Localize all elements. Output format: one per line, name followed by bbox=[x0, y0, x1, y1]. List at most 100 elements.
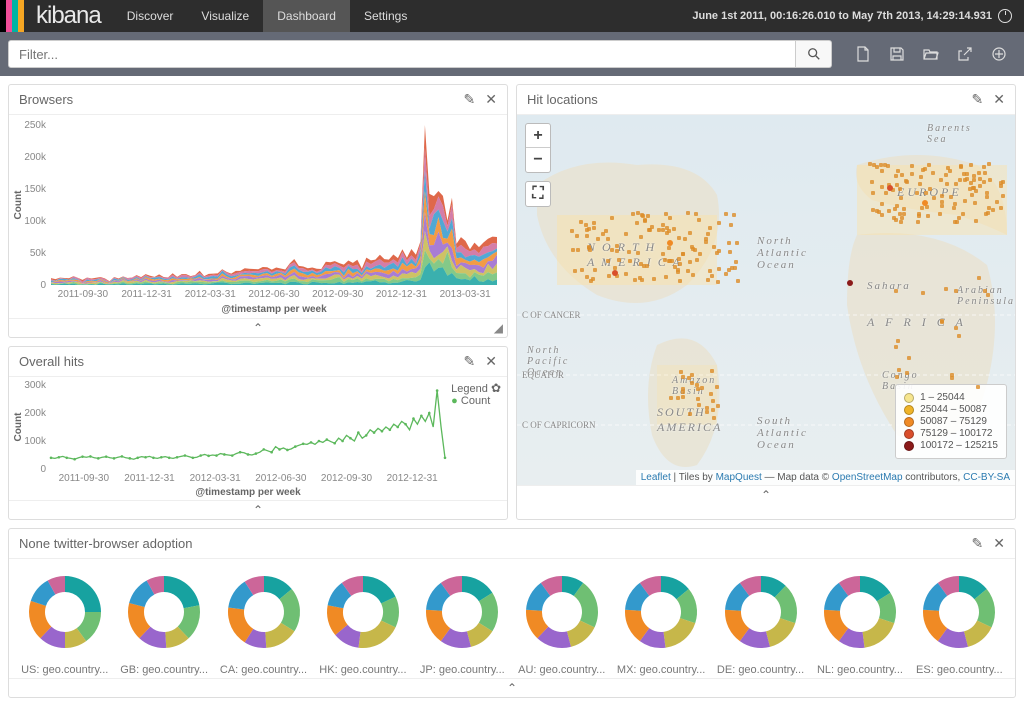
svg-text:2012-12-31: 2012-12-31 bbox=[387, 473, 439, 484]
chevron-up-icon: ⌃ bbox=[253, 321, 263, 335]
time-range-text: June 1st 2011, 00:16:26.010 to May 7th 2… bbox=[692, 10, 992, 22]
tab-settings[interactable]: Settings bbox=[350, 0, 421, 32]
tab-dashboard[interactable]: Dashboard bbox=[263, 0, 350, 32]
svg-text:@timestamp per week: @timestamp per week bbox=[221, 304, 327, 315]
svg-text:2012-06-30: 2012-06-30 bbox=[255, 473, 307, 484]
svg-text:200k: 200k bbox=[24, 408, 47, 419]
svg-text:2011-12-31: 2011-12-31 bbox=[124, 473, 175, 484]
svg-text:2012-03-31: 2012-03-31 bbox=[185, 289, 237, 300]
chevron-up-icon: ⌃ bbox=[761, 488, 771, 502]
plus-circle-icon bbox=[992, 47, 1006, 61]
dashboard-grid: Browsers ✎ ✕ 050k100k150k200k250k2011-09… bbox=[0, 76, 1024, 706]
svg-text:2012-03-31: 2012-03-31 bbox=[190, 473, 242, 484]
svg-text:200k: 200k bbox=[24, 152, 47, 163]
zoom-out-button[interactable]: − bbox=[526, 148, 550, 172]
svg-text:0: 0 bbox=[40, 280, 46, 291]
donut-label: MX: geo.country... bbox=[613, 664, 708, 676]
svg-text:50k: 50k bbox=[30, 248, 47, 259]
leaflet-link[interactable]: Leaflet bbox=[641, 472, 671, 483]
svg-text:2011-09-30: 2011-09-30 bbox=[59, 473, 110, 484]
edit-icon[interactable]: ✎ bbox=[464, 353, 476, 370]
zoom-in-button[interactable]: + bbox=[526, 124, 550, 148]
svg-text:300k: 300k bbox=[24, 380, 47, 391]
svg-text:0: 0 bbox=[40, 464, 46, 475]
panel-title-browsers: Browsers bbox=[19, 92, 454, 107]
svg-text:2013-03-31: 2013-03-31 bbox=[440, 289, 492, 300]
chevron-up-icon: ⌃ bbox=[507, 681, 517, 695]
close-icon[interactable]: ✕ bbox=[993, 91, 1005, 108]
svg-text:2011-12-31: 2011-12-31 bbox=[121, 289, 172, 300]
close-icon[interactable]: ✕ bbox=[485, 353, 497, 370]
donut-2: CA: geo.country... bbox=[214, 567, 313, 676]
donut-label: CA: geo.country... bbox=[216, 664, 311, 676]
open-dashboard-button[interactable] bbox=[914, 40, 948, 68]
donut-label: DE: geo.country... bbox=[713, 664, 808, 676]
svg-text:2012-12-31: 2012-12-31 bbox=[376, 289, 428, 300]
panel-map: Hit locations ✎ ✕ + − ⛶ bbox=[516, 84, 1016, 520]
legend-count: Count bbox=[461, 395, 490, 407]
search-icon bbox=[807, 47, 821, 61]
donut-label: JP: geo.country... bbox=[415, 664, 510, 676]
panel-browsers: Browsers ✎ ✕ 050k100k150k200k250k2011-09… bbox=[8, 84, 508, 338]
donut-9: ES: geo.country... bbox=[910, 567, 1009, 676]
save-icon bbox=[890, 47, 904, 61]
donut-0: US: geo.country... bbox=[15, 567, 114, 676]
panel-expand-browsers[interactable]: ⌃ ◢ bbox=[9, 318, 507, 337]
panel-title-donuts: None twitter-browser adoption bbox=[19, 536, 962, 551]
edit-icon[interactable]: ✎ bbox=[972, 535, 984, 552]
search-button[interactable] bbox=[796, 40, 832, 68]
close-icon[interactable]: ✕ bbox=[485, 91, 497, 108]
panel-donuts: None twitter-browser adoption ✎ ✕ US: ge… bbox=[8, 528, 1016, 698]
map[interactable]: + − ⛶ bbox=[517, 115, 1015, 485]
filter-input[interactable] bbox=[8, 40, 796, 68]
donut-label: AU: geo.country... bbox=[514, 664, 609, 676]
logo-stripes bbox=[0, 0, 24, 32]
fit-bounds-button[interactable]: ⛶ bbox=[526, 182, 550, 206]
map-legend: 1 – 2504425044 – 5008750087 – 7512975129… bbox=[895, 384, 1007, 459]
edit-icon[interactable]: ✎ bbox=[464, 91, 476, 108]
donut-5: AU: geo.country... bbox=[512, 567, 611, 676]
folder-open-icon bbox=[923, 47, 939, 61]
svg-text:Count: Count bbox=[13, 412, 24, 442]
donut-8: NL: geo.country... bbox=[810, 567, 909, 676]
panel-overall: Overall hits ✎ ✕ 0 100k 200k 300k 2011-09-30… bbox=[8, 346, 508, 520]
panel-expand-map[interactable]: ⌃ bbox=[517, 485, 1015, 504]
donut-label: US: geo.country... bbox=[17, 664, 112, 676]
donut-label: HK: geo.country... bbox=[315, 664, 410, 676]
gear-icon[interactable]: ✿ bbox=[491, 381, 501, 395]
edit-icon[interactable]: ✎ bbox=[972, 91, 984, 108]
close-icon[interactable]: ✕ bbox=[993, 535, 1005, 552]
chart-legend: Legend ✿ ● Count bbox=[451, 381, 501, 407]
filter-bar bbox=[0, 32, 1024, 76]
donut-3: HK: geo.country... bbox=[313, 567, 412, 676]
svg-text:2012-09-30: 2012-09-30 bbox=[321, 473, 373, 484]
browsers-chart: 050k100k150k200k250k2011-09-302011-12-31… bbox=[9, 115, 505, 315]
donut-label: NL: geo.country... bbox=[812, 664, 907, 676]
svg-text:Count: Count bbox=[13, 190, 24, 220]
logo-text: kibana bbox=[24, 0, 113, 32]
panel-title-overall: Overall hits bbox=[19, 354, 454, 369]
svg-text:2012-06-30: 2012-06-30 bbox=[248, 289, 300, 300]
clock-icon bbox=[998, 9, 1012, 23]
cc-link[interactable]: CC-BY-SA bbox=[963, 472, 1010, 483]
map-zoom-controls: + − bbox=[525, 123, 551, 173]
external-link-icon bbox=[958, 47, 972, 61]
donut-label: ES: geo.country... bbox=[912, 664, 1007, 676]
tab-discover[interactable]: Discover bbox=[113, 0, 188, 32]
chevron-up-icon: ⌃ bbox=[253, 503, 263, 517]
tab-visualize[interactable]: Visualize bbox=[187, 0, 263, 32]
resize-handle-icon[interactable]: ◢ bbox=[494, 321, 503, 335]
add-panel-button[interactable] bbox=[982, 40, 1016, 68]
file-icon bbox=[856, 46, 870, 62]
osm-link[interactable]: OpenStreetMap bbox=[832, 472, 903, 483]
navbar: kibana Discover Visualize Dashboard Sett… bbox=[0, 0, 1024, 32]
panel-expand-overall[interactable]: ⌃ bbox=[9, 500, 507, 519]
svg-text:100k: 100k bbox=[24, 436, 47, 447]
save-dashboard-button[interactable] bbox=[880, 40, 914, 68]
new-dashboard-button[interactable] bbox=[846, 40, 880, 68]
share-button[interactable] bbox=[948, 40, 982, 68]
mapquest-link[interactable]: MapQuest bbox=[716, 472, 762, 483]
time-range[interactable]: June 1st 2011, 00:16:26.010 to May 7th 2… bbox=[680, 0, 1024, 32]
panel-expand-donuts[interactable]: ⌃ bbox=[9, 678, 1015, 697]
svg-text:2011-09-30: 2011-09-30 bbox=[58, 289, 109, 300]
